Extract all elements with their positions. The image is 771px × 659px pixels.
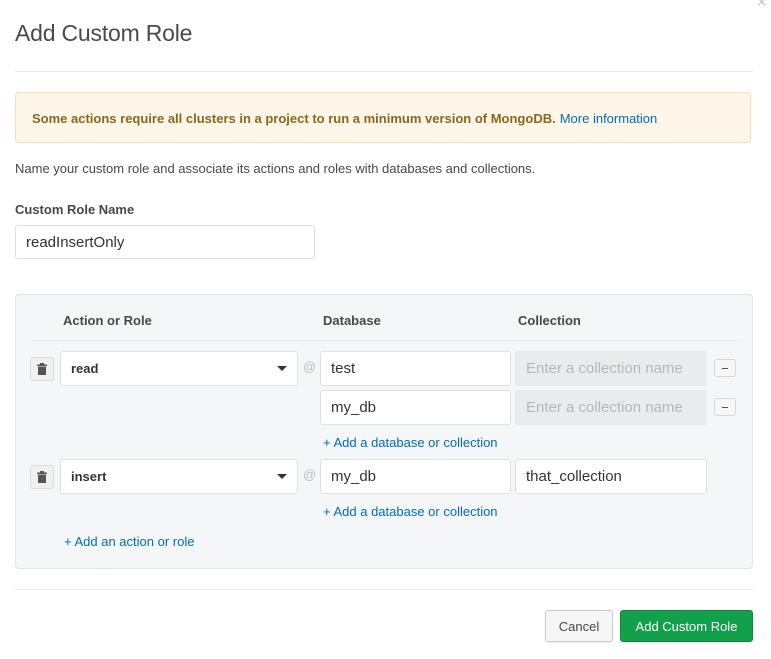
remove-resource-button[interactable] [714, 398, 736, 416]
minus-icon [722, 367, 728, 369]
role-name-input[interactable]: readInsertOnly [15, 225, 315, 259]
chevron-down-icon [277, 474, 287, 479]
database-input[interactable]: my_db [320, 459, 511, 494]
dialog-title: Add Custom Role [15, 20, 193, 46]
cancel-button[interactable]: Cancel [545, 610, 613, 642]
column-header-action: Action or Role [63, 313, 152, 328]
delete-action-button[interactable] [30, 465, 54, 489]
delete-action-button[interactable] [30, 357, 54, 381]
collection-input[interactable]: Enter a collection name [515, 390, 707, 425]
trash-icon [37, 471, 47, 483]
collection-input[interactable]: Enter a collection name [515, 351, 707, 386]
at-symbol: @ [303, 359, 317, 374]
add-database-or-collection-link[interactable]: + Add a database or collection [323, 435, 498, 450]
chevron-down-icon [277, 366, 287, 371]
column-header-collection: Collection [518, 313, 581, 328]
action-select-value: insert [71, 469, 107, 484]
at-symbol: @ [303, 467, 317, 482]
column-header-database: Database [323, 313, 381, 328]
privileges-panel: Action or Role Database Collection read … [15, 294, 753, 569]
database-input[interactable]: my_db [320, 390, 511, 425]
header-divider [31, 340, 743, 341]
trash-icon [37, 363, 47, 375]
warning-banner: Some actions require all clusters in a p… [15, 92, 751, 143]
add-database-or-collection-link[interactable]: + Add a database or collection [323, 504, 498, 519]
minus-icon [722, 406, 728, 408]
more-information-link[interactable]: More information [560, 111, 658, 126]
action-select[interactable]: insert [60, 459, 298, 494]
role-name-label: Custom Role Name [15, 202, 135, 217]
database-input[interactable]: test [320, 351, 511, 386]
add-action-or-role-link[interactable]: + Add an action or role [64, 534, 194, 549]
banner-text: Some actions require all clusters in a p… [32, 111, 556, 126]
header-divider [15, 71, 753, 72]
dialog-description: Name your custom role and associate its … [15, 161, 536, 176]
close-icon[interactable]: × [756, 0, 767, 13]
footer-divider [15, 589, 753, 590]
add-custom-role-button[interactable]: Add Custom Role [620, 610, 753, 642]
collection-input[interactable]: that_collection [515, 459, 707, 494]
remove-resource-button[interactable] [714, 359, 736, 377]
action-select[interactable]: read [60, 351, 298, 386]
action-select-value: read [71, 361, 99, 376]
